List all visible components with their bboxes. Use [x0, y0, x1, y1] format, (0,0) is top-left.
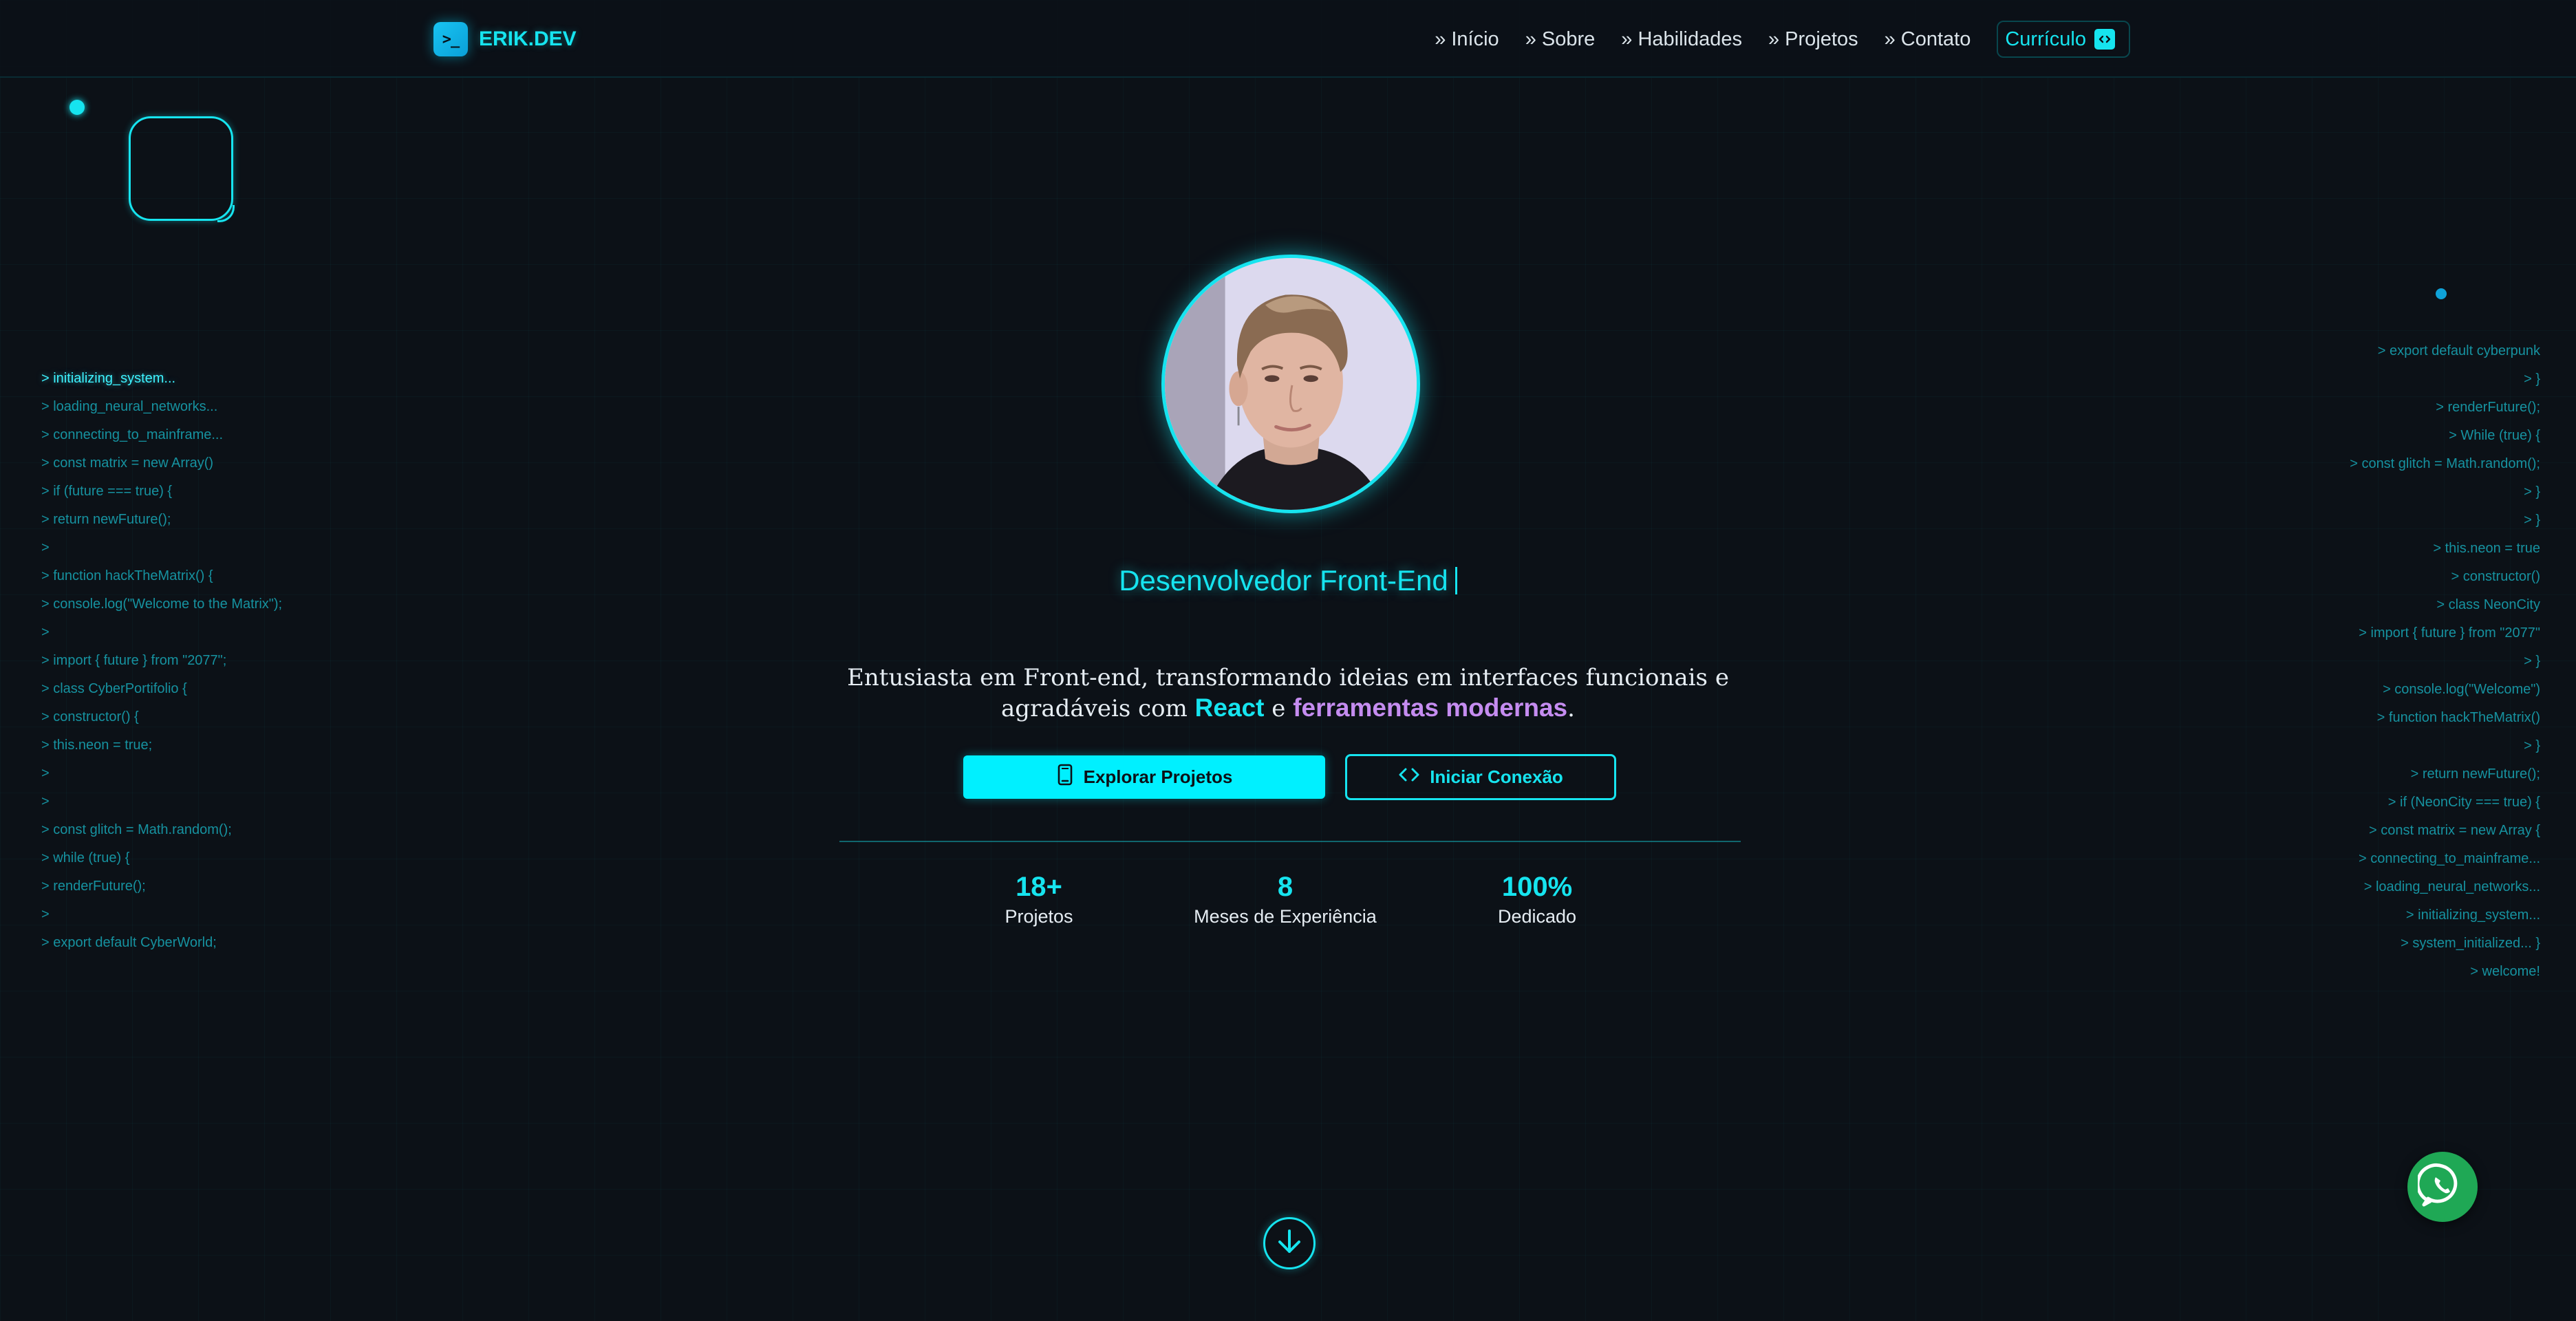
- code-line: > connecting_to_mainframe...: [41, 427, 224, 442]
- code-line: > constructor() {: [41, 709, 139, 724]
- decorative-rounded-square: [129, 116, 235, 222]
- stat-value: 18+: [1016, 872, 1062, 902]
- arrow-down-icon: [1274, 1227, 1305, 1260]
- stat-label: Projetos: [1005, 906, 1073, 927]
- nav-item-projetos[interactable]: » Projetos: [1768, 28, 1858, 51]
- code-line: >: [41, 907, 50, 922]
- intro-connector: e: [1264, 695, 1294, 722]
- code-line: > import { future } from "2077": [2359, 625, 2540, 641]
- code-line: > import { future } from "2077";: [41, 653, 227, 668]
- decorative-dot: [2436, 288, 2447, 299]
- code-line: > return newFuture();: [41, 512, 171, 527]
- logo[interactable]: >_ ERIK.DEV: [433, 22, 577, 56]
- code-line: > console.log("Welcome"): [2383, 682, 2540, 697]
- start-connection-button[interactable]: Iniciar Conexão: [1345, 754, 1616, 800]
- stat-label: Dedicado: [1497, 906, 1577, 927]
- profile-photo: [1161, 255, 1420, 513]
- code-line: > system_initialized... }: [2401, 936, 2540, 951]
- code-line: > while (true) {: [41, 850, 130, 866]
- stat-projects: 18+ Projetos: [922, 870, 1156, 929]
- code-line: > loading_neural_networks...: [41, 399, 218, 414]
- code-stream-left: > initializing_system... > loading_neural…: [41, 365, 282, 957]
- typing-caret: [1455, 567, 1457, 594]
- code-line: > const matrix = new Array(): [41, 455, 214, 471]
- whatsapp-button[interactable]: [2407, 1152, 2478, 1222]
- code-line: > const glitch = Math.random();: [41, 822, 232, 837]
- code-line: >: [41, 540, 50, 555]
- code-line: > }: [2524, 372, 2540, 387]
- explore-projects-button[interactable]: Explorar Projetos: [963, 755, 1325, 799]
- code-brackets-icon: [1398, 766, 1420, 788]
- section-divider: [839, 841, 1741, 842]
- tablet-icon: [1056, 764, 1074, 791]
- code-line: > }: [2524, 513, 2540, 528]
- curriculo-label: Currículo: [2005, 28, 2086, 50]
- code-line: > While (true) {: [2449, 428, 2540, 443]
- nav-links: » Início » Sobre » Habilidades » Projeto…: [1435, 21, 2130, 58]
- stat-experience: 8 Meses de Experiência: [1168, 870, 1402, 929]
- navbar: >_ ERIK.DEV » Início » Sobre » Habilidad…: [0, 0, 2576, 78]
- code-line: > if (future === true) {: [41, 484, 173, 499]
- code-line: > export default CyberWorld;: [41, 935, 217, 950]
- code-stream-right: > export default cyberpunk > } > renderFut…: [2350, 337, 2540, 986]
- code-line: > this.neon = true: [2433, 541, 2540, 556]
- code-line: >: [41, 625, 50, 640]
- curriculo-button[interactable]: Currículo: [1997, 21, 2130, 58]
- code-line: > initializing_system...: [41, 371, 176, 386]
- stat-value: 8: [1277, 872, 1294, 902]
- code-line: > renderFuture();: [2436, 400, 2540, 415]
- decorative-dot: [69, 100, 85, 115]
- code-line: > connecting_to_mainframe...: [2358, 851, 2540, 866]
- intro-highlight-tools: ferramentas modernas: [1293, 694, 1568, 722]
- document-code-icon: [2094, 29, 2115, 50]
- intro-paragraph: Entusiasta em Front-end, transformando i…: [791, 663, 1785, 724]
- code-line: > return newFuture();: [2410, 766, 2540, 782]
- code-line: > renderFuture();: [41, 879, 146, 894]
- code-line: > if (NeonCity === true) {: [2387, 795, 2540, 810]
- nav-item-inicio[interactable]: » Início: [1435, 28, 1499, 51]
- intro-end: .: [1567, 695, 1575, 722]
- code-line: >: [41, 766, 50, 781]
- nav-item-contato[interactable]: » Contato: [1885, 28, 1971, 51]
- intro-highlight-react: React: [1194, 694, 1265, 722]
- start-connection-label: Iniciar Conexão: [1430, 766, 1563, 787]
- code-line: > const matrix = new Array {: [2369, 823, 2540, 838]
- code-line: > export default cyberpunk: [2377, 343, 2540, 358]
- scroll-down-button[interactable]: [1263, 1217, 1316, 1269]
- code-line: > function hackTheMatrix(): [2376, 710, 2540, 725]
- code-line: > welcome!: [2470, 964, 2540, 979]
- stat-dedication: 100% Dedicado: [1420, 870, 1654, 929]
- brand-name: ERIK.DEV: [479, 28, 577, 50]
- whatsapp-icon: [2416, 1161, 2467, 1214]
- stat-value: 100%: [1501, 872, 1573, 902]
- nav-item-sobre[interactable]: » Sobre: [1525, 28, 1596, 51]
- profile-portrait-illustration: [1165, 258, 1417, 510]
- code-line: > class CyberPortifolio {: [41, 681, 187, 696]
- role-title: Desenvolvedor Front-End: [1119, 564, 1448, 597]
- stat-label: Meses de Experiência: [1194, 906, 1377, 927]
- code-line: > }: [2524, 738, 2540, 753]
- role-typing-line: Desenvolvedor Front-End: [0, 564, 2576, 597]
- terminal-icon: >_: [433, 22, 468, 56]
- nav-item-habilidades[interactable]: » Habilidades: [1621, 28, 1742, 51]
- code-line: > loading_neural_networks...: [2363, 879, 2540, 894]
- code-line: > }: [2524, 654, 2540, 669]
- explore-projects-label: Explorar Projetos: [1083, 766, 1233, 787]
- code-line: > const glitch = Math.random();: [2350, 456, 2540, 471]
- code-line: > this.neon = true;: [41, 738, 153, 753]
- code-line: > initializing_system...: [2405, 907, 2540, 923]
- code-line: >: [41, 794, 50, 809]
- code-line: > }: [2524, 484, 2540, 500]
